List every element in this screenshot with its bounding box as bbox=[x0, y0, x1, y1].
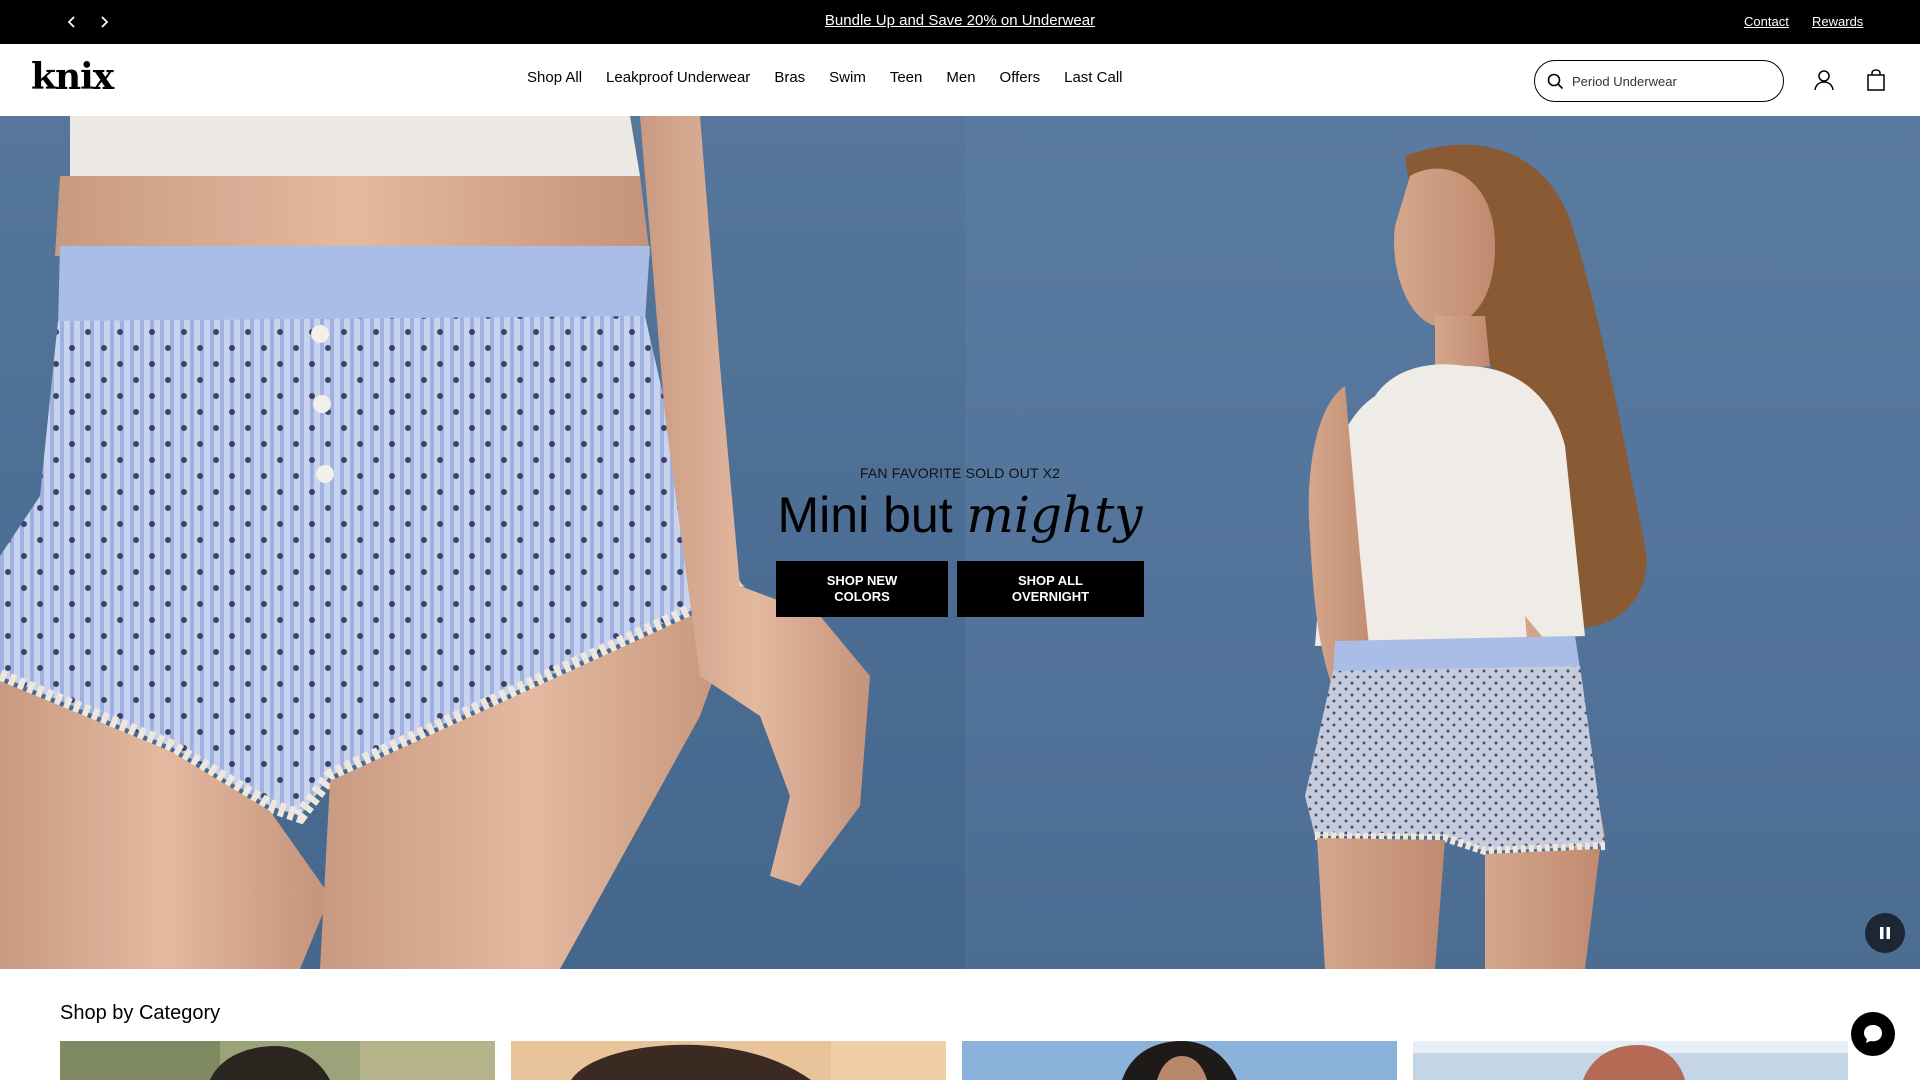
account-button[interactable] bbox=[1810, 66, 1838, 94]
user-icon bbox=[1814, 70, 1834, 91]
category-card[interactable] bbox=[1413, 1041, 1848, 1080]
shop-all-overnight-label: SHOP ALL OVERNIGHT bbox=[1011, 573, 1090, 604]
rewards-link[interactable]: Rewards bbox=[1812, 14, 1863, 29]
category-card[interactable] bbox=[962, 1041, 1397, 1080]
announcement-bar: Bundle Up and Save 20% on Underwear Cont… bbox=[0, 0, 1920, 44]
category-card[interactable] bbox=[60, 1041, 495, 1080]
nav-item-shop-all[interactable]: Shop All bbox=[527, 69, 582, 86]
hero-image-left bbox=[0, 116, 965, 969]
shop-all-overnight-button[interactable]: SHOP ALL OVERNIGHT bbox=[957, 561, 1144, 617]
nav-item-leakproof-underwear[interactable]: Leakproof Underwear bbox=[606, 69, 750, 86]
chevron-right-icon bbox=[101, 16, 109, 28]
nav-item-men[interactable]: Men bbox=[946, 69, 975, 86]
category-card-image bbox=[60, 1041, 495, 1080]
category-card-image bbox=[1413, 1041, 1848, 1080]
logo[interactable]: knix bbox=[31, 56, 114, 98]
nav-item-bras[interactable]: Bras bbox=[774, 69, 805, 86]
nav-item-offers[interactable]: Offers bbox=[1000, 69, 1041, 86]
pause-icon bbox=[1880, 927, 1890, 939]
announcement-promo-link[interactable]: Bundle Up and Save 20% on Underwear bbox=[825, 12, 1095, 29]
chat-button[interactable] bbox=[1851, 1012, 1895, 1056]
hero-right-illustration bbox=[1305, 144, 1647, 969]
contact-link[interactable]: Contact bbox=[1744, 14, 1789, 29]
nav-item-teen[interactable]: Teen bbox=[890, 69, 923, 86]
main-nav: Shop All Leakproof Underwear Bras Swim T… bbox=[527, 69, 1146, 86]
nav-item-last-call[interactable]: Last Call bbox=[1064, 69, 1122, 86]
shopping-bag-icon bbox=[1867, 69, 1885, 91]
announcement-promo-wrapper: Bundle Up and Save 20% on Underwear bbox=[0, 12, 1920, 29]
hero-banner: FAN FAVORITE SOLD OUT X2 Mini but mighty… bbox=[0, 116, 1920, 969]
nav-item-swim[interactable]: Swim bbox=[829, 69, 866, 86]
chevron-left-icon bbox=[67, 16, 75, 28]
cart-button[interactable] bbox=[1862, 66, 1890, 94]
hero-pause-button[interactable] bbox=[1865, 913, 1905, 953]
announcement-prev-button[interactable] bbox=[60, 10, 84, 34]
shop-new-colors-button[interactable]: SHOP NEW COLORS bbox=[776, 561, 948, 617]
category-card-image bbox=[511, 1041, 946, 1080]
hero-image-right bbox=[965, 116, 1920, 969]
shop-new-colors-label: SHOP NEW COLORS bbox=[826, 573, 898, 604]
announcement-next-button[interactable] bbox=[92, 10, 116, 34]
shop-by-category-heading: Shop by Category bbox=[60, 1002, 221, 1024]
category-card[interactable] bbox=[511, 1041, 946, 1080]
search-icon bbox=[1547, 73, 1564, 89]
hero-left-illustration bbox=[0, 116, 870, 969]
chat-bubble-icon bbox=[1864, 1025, 1882, 1043]
category-card-image bbox=[962, 1041, 1397, 1080]
site-header: knix Shop All Leakproof Underwear Bras S… bbox=[0, 44, 1920, 116]
search-box[interactable] bbox=[1534, 60, 1784, 102]
search-input[interactable] bbox=[1572, 73, 1762, 89]
